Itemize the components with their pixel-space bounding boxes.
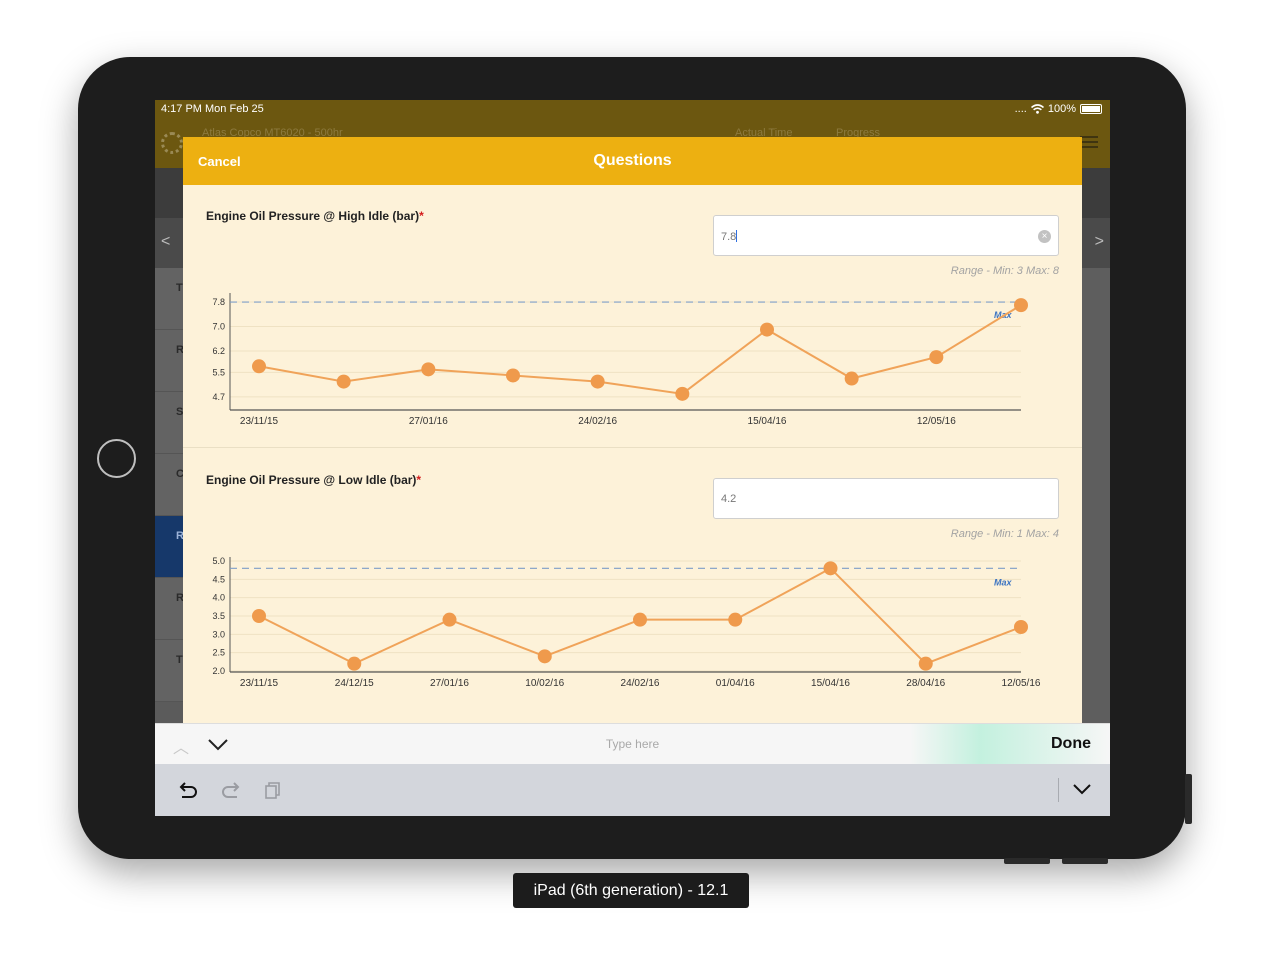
background-list-item[interactable]: T	[155, 640, 183, 702]
keyboard-shortcut-bar	[155, 764, 1110, 816]
hide-keyboard-chevron-icon[interactable]	[1072, 782, 1092, 796]
max-label: Max	[994, 577, 1013, 587]
x-tick-label: 15/04/16	[811, 678, 850, 689]
toolbar-separator	[1058, 778, 1059, 802]
simulator-label: iPad (6th generation) - 12.1	[513, 873, 749, 908]
menu-icon[interactable]	[1080, 136, 1098, 148]
x-tick-label: 27/01/16	[409, 416, 448, 427]
volume-down-button	[1062, 858, 1108, 864]
data-point	[675, 386, 690, 401]
range-hint: Range - Min: 3 Max: 8	[950, 265, 1059, 277]
background-list-item[interactable]: R	[155, 330, 184, 392]
x-tick-label: 24/12/15	[335, 678, 374, 689]
data-point	[1014, 620, 1028, 634]
background-list-item[interactable]: S	[155, 392, 183, 454]
questions-modal: Cancel Questions Engine Oil Pressure @ H…	[183, 137, 1082, 727]
data-point	[823, 561, 838, 576]
x-tick-label: 24/02/16	[621, 678, 660, 689]
data-point	[421, 362, 436, 377]
y-tick-label: 3.0	[212, 629, 225, 639]
clear-icon[interactable]: ×	[1038, 230, 1051, 243]
signal-indicator: ....	[1014, 103, 1027, 115]
x-tick-label: 27/01/16	[430, 678, 469, 689]
data-point	[347, 656, 362, 671]
keyboard-accessory-bar: ︿ Type here Done	[155, 723, 1110, 765]
question-divider	[183, 447, 1082, 448]
paste-icon[interactable]	[261, 778, 285, 802]
y-tick-label: 2.0	[212, 666, 225, 676]
y-tick-label: 3.5	[212, 611, 225, 621]
question-label: Engine Oil Pressure @ High Idle (bar)*	[206, 209, 424, 223]
x-tick-label: 12/05/16	[1002, 678, 1041, 689]
question-label: Engine Oil Pressure @ Low Idle (bar)*	[206, 473, 422, 487]
y-tick-label: 4.5	[212, 574, 225, 584]
x-tick-label: 23/11/15	[240, 416, 279, 427]
background-list-item[interactable]: T	[155, 268, 183, 330]
x-tick-label: 24/02/16	[578, 416, 617, 427]
x-tick-label: 01/04/16	[716, 678, 755, 689]
question-low-idle: Engine Oil Pressure @ Low Idle (bar)* 4.…	[183, 447, 1082, 709]
redo-icon[interactable]	[219, 778, 243, 802]
forward-chevron-icon[interactable]: >	[1095, 233, 1104, 251]
answer-input[interactable]: 7.8 ×	[713, 215, 1059, 256]
x-tick-label: 23/11/15	[240, 678, 279, 689]
modal-title: Questions	[593, 152, 672, 169]
battery-percent: 100%	[1047, 103, 1076, 115]
data-point	[728, 612, 743, 627]
series-line	[258, 304, 1022, 395]
y-tick-label: 2.5	[212, 648, 225, 658]
data-point	[918, 656, 933, 671]
data-point	[844, 371, 859, 386]
y-tick-label: 6.2	[212, 346, 225, 356]
status-time: 4:17 PM Mon Feb 25	[161, 103, 264, 115]
app-logo-icon	[161, 132, 183, 154]
x-tick-label: 28/04/16	[906, 678, 945, 689]
background-list-item[interactable]: R	[155, 578, 184, 640]
history-chart: 7.8 7.0 6.2 5.5 4.7 23/11/15 27/01/16 24/02/16 1…	[212, 293, 1028, 427]
background-list-item-selected[interactable]: R	[155, 516, 184, 578]
volume-up-button	[1004, 858, 1050, 864]
y-tick-label: 5.0	[212, 556, 225, 566]
x-tick-label: 15/04/16	[748, 416, 787, 427]
data-point	[506, 368, 520, 383]
status-bar: 4:17 PM Mon Feb 25 .... 100%	[155, 100, 1110, 118]
battery-icon	[1080, 104, 1102, 114]
answer-input[interactable]: 4.2	[713, 478, 1059, 519]
data-point	[442, 612, 457, 627]
data-point	[633, 612, 647, 627]
wifi-icon	[1030, 104, 1044, 114]
y-tick-label: 7.8	[212, 297, 225, 307]
data-point	[252, 359, 266, 374]
y-tick-label: 5.5	[212, 367, 225, 377]
data-point	[760, 322, 774, 337]
power-button	[1185, 774, 1192, 824]
y-tick-label: 4.7	[212, 392, 225, 402]
data-point	[537, 649, 552, 664]
question-high-idle: Engine Oil Pressure @ High Idle (bar)* 7…	[183, 185, 1082, 447]
range-hint: Range - Min: 1 Max: 4	[950, 528, 1059, 540]
text-caret	[736, 230, 738, 242]
data-point	[252, 609, 266, 623]
required-marker: *	[419, 209, 424, 223]
x-tick-label: 12/05/16	[917, 416, 956, 427]
required-marker: *	[416, 473, 422, 487]
back-chevron-icon[interactable]: <	[161, 233, 170, 251]
y-tick-label: 4.0	[212, 593, 225, 603]
background-list-item[interactable]: C	[155, 454, 184, 516]
modal-header: Cancel Questions	[183, 137, 1082, 185]
undo-icon[interactable]	[176, 778, 200, 802]
y-tick-label: 7.0	[212, 322, 225, 332]
data-point	[590, 374, 605, 389]
history-chart: 5.0 4.5 4.0 3.5 3.0 2.5 2.0 23/11/15 24/12/15 27/…	[212, 556, 1041, 689]
home-button[interactable]	[97, 439, 136, 478]
data-point	[929, 350, 944, 365]
screen: 4:17 PM Mon Feb 25 .... 100% Atlas Copco…	[155, 100, 1110, 816]
data-point	[336, 374, 351, 389]
done-button[interactable]: Done	[1051, 735, 1091, 753]
x-tick-label: 10/02/16	[525, 678, 564, 689]
data-point	[1014, 298, 1028, 313]
background-right-panel	[1082, 268, 1110, 723]
